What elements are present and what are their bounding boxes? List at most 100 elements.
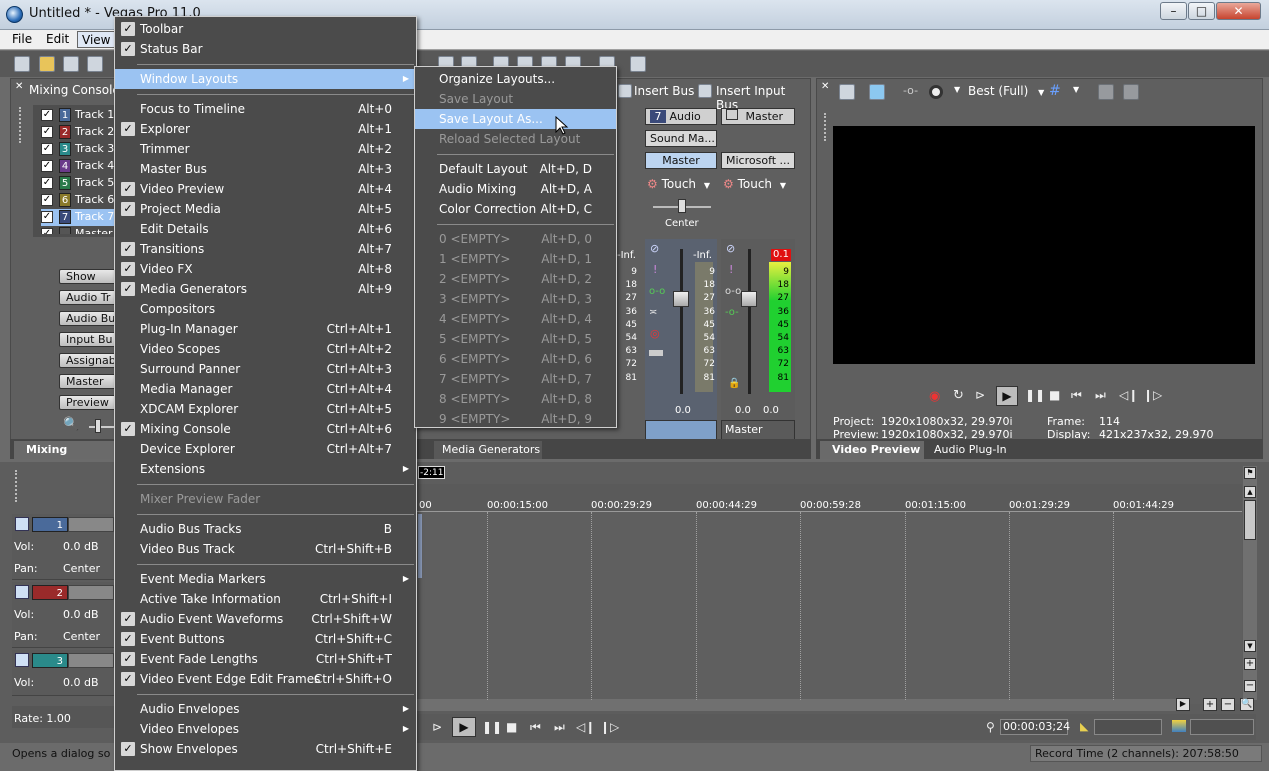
insert-bus-button[interactable]: Insert Bus (634, 84, 694, 98)
tab-video-preview[interactable]: Video Preview (820, 441, 924, 459)
pan-value[interactable]: Center (63, 630, 100, 643)
menu-item[interactable]: Event Media Markers ▶ (115, 569, 416, 589)
menu-item[interactable]: Audio Envelopes ▶ (115, 699, 416, 719)
envelope-icon[interactable]: ≍ (649, 307, 657, 318)
track-visibility-checkbox[interactable]: ✓ (41, 177, 53, 189)
panel-close-icon[interactable]: ✕ (15, 81, 23, 92)
automation-mode-audio[interactable]: ⚙ Touch ▼ (647, 177, 710, 191)
record-icon[interactable]: ◉ (929, 389, 940, 404)
track-visibility-checkbox[interactable]: ✓ (41, 228, 53, 234)
preview-quality-dropdown[interactable]: Best (Full) ▼ (968, 84, 1044, 98)
panel-grip[interactable] (19, 107, 22, 143)
menu-item[interactable]: Organize Layouts... (415, 69, 616, 89)
track-list-item[interactable]: ✓ 5 Track 5 (41, 175, 119, 192)
menu-item[interactable]: ✓ Event Fade Lengths Ctrl+Shift+T (115, 649, 416, 669)
preview-fx-icon[interactable]: -o- (903, 84, 918, 97)
mixer-view-button[interactable]: Preview (59, 395, 117, 410)
track-visibility-checkbox[interactable]: ✓ (41, 143, 53, 155)
menu-item[interactable]: ✓ Media Generators Alt+9 (115, 279, 416, 299)
pan-value[interactable]: Center (63, 562, 100, 575)
volume-value[interactable]: 0.0 dB (63, 540, 99, 553)
new-icon[interactable] (14, 56, 30, 72)
pause-icon[interactable]: ❚❚ (1025, 388, 1045, 402)
menu-item[interactable]: Color Correction Alt+D, C (415, 199, 616, 219)
scroll-right-icon[interactable]: ▶ (1176, 698, 1190, 711)
volume-value[interactable]: 0.0 dB (63, 676, 99, 689)
tab-media-generators[interactable]: Media Generators (434, 441, 542, 459)
zoom-out-time-icon[interactable]: − (1221, 698, 1235, 711)
maximize-button[interactable]: □ (1188, 2, 1215, 20)
video-preview-screen[interactable] (833, 126, 1255, 364)
fx-icon[interactable]: o-o (649, 286, 665, 297)
audio-strip-header[interactable]: 7 Audio (645, 108, 717, 125)
insert-input-bus-icon[interactable] (698, 84, 712, 98)
zoom-tool-small-icon[interactable]: 🔍 (1240, 698, 1254, 711)
track-list-item[interactable]: ✓ 6 Track 6 (41, 192, 119, 209)
menu-item[interactable]: ✓ Event Buttons Ctrl+Shift+C (115, 629, 416, 649)
tab-mixing-console[interactable]: Mixing Console (14, 441, 116, 474)
master-strip-name-field[interactable]: Master (721, 420, 795, 440)
tl-play-from-start-icon[interactable]: ⊳ (432, 720, 442, 734)
mute-icon[interactable]: ⊘ (650, 242, 659, 255)
mixer-view-button[interactable]: Master (59, 374, 117, 389)
save-icon[interactable] (63, 56, 79, 72)
menu-item[interactable]: Video Envelopes ▶ (115, 719, 416, 739)
open-icon[interactable] (39, 56, 55, 72)
menu-item[interactable]: ✓ Video Event Edge Edit Frames Ctrl+Shift+… (115, 669, 416, 689)
track-visibility-checkbox[interactable]: ✓ (41, 109, 53, 121)
mixer-view-button[interactable]: Audio Tr (59, 290, 117, 305)
tl-play-icon[interactable]: ▶ (452, 717, 476, 737)
timeline-grip[interactable] (15, 470, 18, 502)
track-list-item[interactable]: ✓ 3 Track 3 (41, 141, 119, 158)
menu-item[interactable]: Master Bus Alt+3 (115, 159, 416, 179)
pan-slider-thumb[interactable] (678, 199, 686, 213)
play-icon[interactable]: ▶ (996, 386, 1018, 406)
markers-icon[interactable]: ⚑ (1244, 467, 1256, 479)
tl-go-to-start-icon[interactable]: ⏮ (530, 720, 541, 735)
menu-item[interactable]: Plug-In Manager Ctrl+Alt+1 (115, 319, 416, 339)
tl-previous-frame-icon[interactable]: ◁❙ (576, 720, 595, 734)
tl-go-to-end-icon[interactable]: ⏭ (554, 720, 565, 735)
zoom-slider-thumb[interactable] (95, 419, 101, 433)
menu-item[interactable]: ✓ Video FX Alt+8 (115, 259, 416, 279)
scroll-down-icon[interactable]: ▼ (1244, 640, 1256, 652)
audio-event[interactable] (418, 514, 422, 578)
menu-item[interactable]: Audio Mixing Alt+D, A (415, 179, 616, 199)
track-name-field[interactable] (68, 653, 114, 668)
track-list-item[interactable]: ✓ 7 Track 7 (41, 209, 119, 226)
menu-item[interactable]: ✓ Toolbar (115, 19, 416, 39)
loop-icon[interactable]: ↻ (953, 388, 964, 403)
mixer-view-button[interactable]: Audio Bu (59, 311, 117, 326)
menu-edit[interactable]: Edit (42, 31, 73, 48)
menu-item[interactable]: Trimmer Alt+2 (115, 139, 416, 159)
horizontal-scrollbar[interactable] (416, 699, 1176, 711)
arm-record-icon[interactable]: ◎ (650, 327, 660, 340)
menu-file[interactable]: File (8, 31, 36, 48)
master-solo-icon[interactable]: ! (729, 263, 733, 276)
track-expand-icon[interactable] (15, 653, 29, 667)
track-visibility-checkbox[interactable]: ✓ (41, 160, 53, 172)
zoom-out-track-icon[interactable]: − (1244, 680, 1256, 692)
menu-item[interactable]: Audio Bus Tracks B (115, 519, 416, 539)
track-visibility-checkbox[interactable]: ✓ (41, 126, 53, 138)
menu-item[interactable]: Default Layout Alt+D, D (415, 159, 616, 179)
tl-pause-icon[interactable]: ❚❚ (482, 720, 502, 734)
menu-item[interactable]: Surround Panner Ctrl+Alt+3 (115, 359, 416, 379)
mixer-view-button[interactable]: Assignab (59, 353, 117, 368)
preview-properties-icon[interactable] (839, 84, 855, 100)
audio-fader-track[interactable] (680, 249, 683, 394)
menu-item[interactable]: Video Scopes Ctrl+Alt+2 (115, 339, 416, 359)
menu-item[interactable]: Device Explorer Ctrl+Alt+7 (115, 439, 416, 459)
menu-item[interactable]: Video Bus Track Ctrl+Shift+B (115, 539, 416, 559)
sound-mapper-button[interactable]: Sound Ma... (645, 130, 717, 147)
tab-audio-plugin[interactable]: Audio Plug-In (934, 442, 1007, 458)
track-name-field[interactable] (68, 585, 114, 600)
selection-length-field[interactable] (1190, 719, 1254, 735)
menu-item[interactable]: XDCAM Explorer Ctrl+Alt+5 (115, 399, 416, 419)
master-link-icon[interactable]: -o- (725, 307, 739, 318)
mixer-view-button[interactable]: Show (59, 269, 117, 284)
menu-item[interactable]: Edit Details Alt+6 (115, 219, 416, 239)
menu-item[interactable]: ✓ Video Preview Alt+4 (115, 179, 416, 199)
menu-item[interactable]: Active Take Information Ctrl+Shift+I (115, 589, 416, 609)
audio-fader-thumb[interactable] (673, 291, 689, 307)
